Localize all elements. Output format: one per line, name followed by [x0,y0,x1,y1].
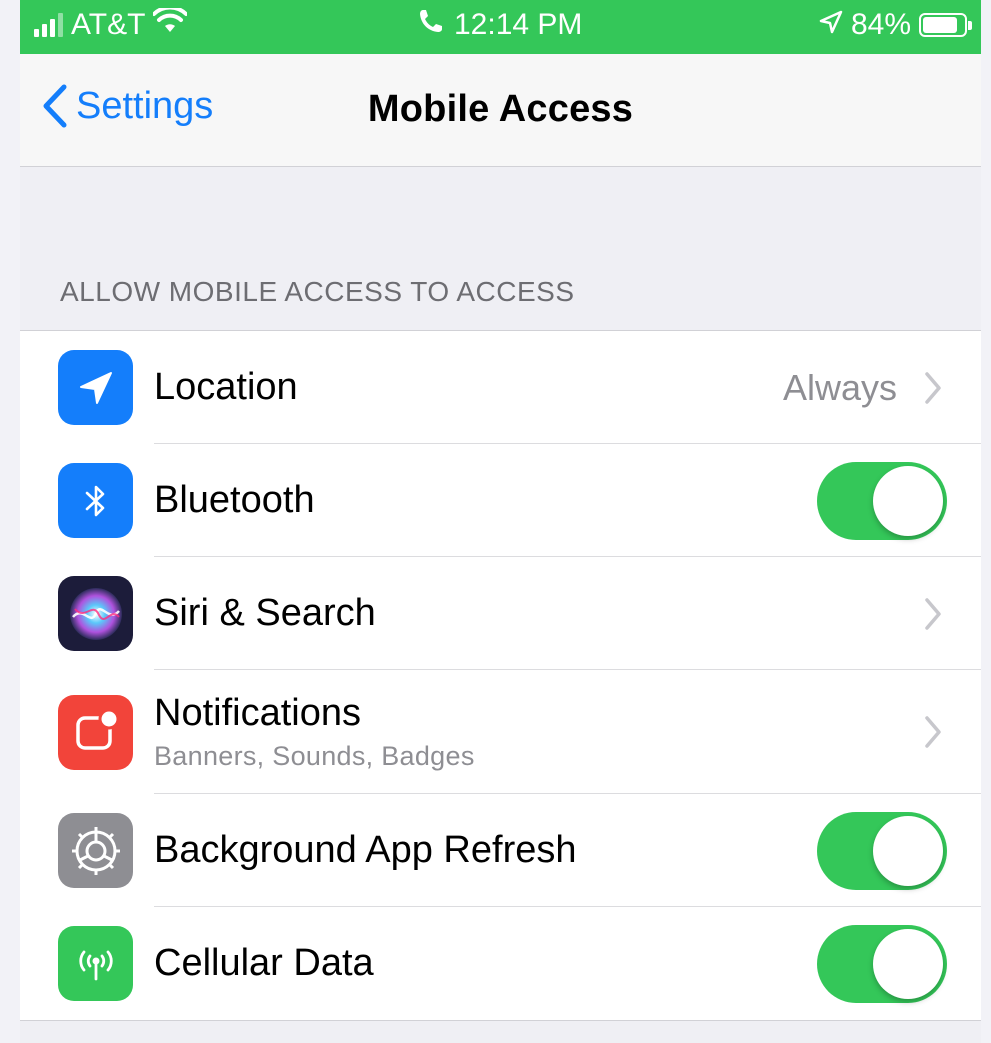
location-arrow-icon [58,350,133,425]
phone-call-icon [418,8,444,42]
toggle-knob [873,465,943,536]
carrier-label: AT&T [71,8,146,41]
bluetooth-labels: Bluetooth [154,479,315,522]
chevron-right-icon [925,597,941,630]
section-header: ALLOW MOBILE ACCESS TO ACCESS [60,276,575,307]
clock: 12:14 PM [454,8,583,41]
cellular-data-toggle[interactable] [817,924,947,1003]
background-app-refresh-toggle[interactable] [817,811,947,890]
chevron-right-icon [925,371,941,404]
background-app-refresh-row: Background App Refresh [20,794,981,907]
bluetooth-label: Bluetooth [154,479,315,521]
siri-icon [58,576,133,651]
cellular-data-row: Cellular Data [20,907,981,1020]
navigation-bar: Settings Mobile Access [20,54,981,167]
bluetooth-toggle[interactable] [817,461,947,540]
notifications-labels: Notifications Banners, Sounds, Badges [154,692,475,772]
location-value: Always [782,366,897,408]
background-app-refresh-labels: Background App Refresh [154,829,577,872]
status-bar: AT&T 12:14 PM 84% [20,0,981,54]
siri-search-label: Siri & Search [154,592,376,634]
page-title: Mobile Access [367,88,634,130]
cellular-data-labels: Cellular Data [154,942,374,985]
bluetooth-icon [58,463,133,538]
siri-search-labels: Siri & Search [154,592,376,635]
battery-icon [919,13,972,37]
notifications-label: Notifications [154,692,361,734]
settings-list: Location Always Bluetooth Siri & Search … [20,330,981,1021]
battery-percentage: 84% [850,8,911,41]
notifications-icon [58,694,133,770]
notifications-sublabel: Banners, Sounds, Badges [154,741,475,771]
cellular-antenna-icon [58,926,133,1001]
status-left: AT&T [34,5,189,42]
status-center: 12:14 PM [418,8,582,42]
background-app-refresh-label: Background App Refresh [154,829,577,871]
location-labels: Location [154,366,298,409]
bluetooth-row: Bluetooth [20,444,981,557]
toggle-knob [873,815,943,886]
toggle-knob [873,928,943,999]
location-label: Location [154,366,298,408]
location-services-icon [819,8,843,42]
signal-strength-icon [34,13,63,37]
status-right: 84% [819,8,972,42]
phone-screen: AT&T 12:14 PM 84% Settings Mobile Access… [20,0,981,1043]
chevron-right-icon [925,716,941,748]
location-row[interactable]: Location Always [20,331,981,444]
notifications-row[interactable]: Notifications Banners, Sounds, Badges [20,670,981,794]
wifi-icon [152,5,189,42]
siri-search-row[interactable]: Siri & Search [20,557,981,670]
cellular-data-label: Cellular Data [154,942,374,984]
gear-icon [58,813,133,888]
